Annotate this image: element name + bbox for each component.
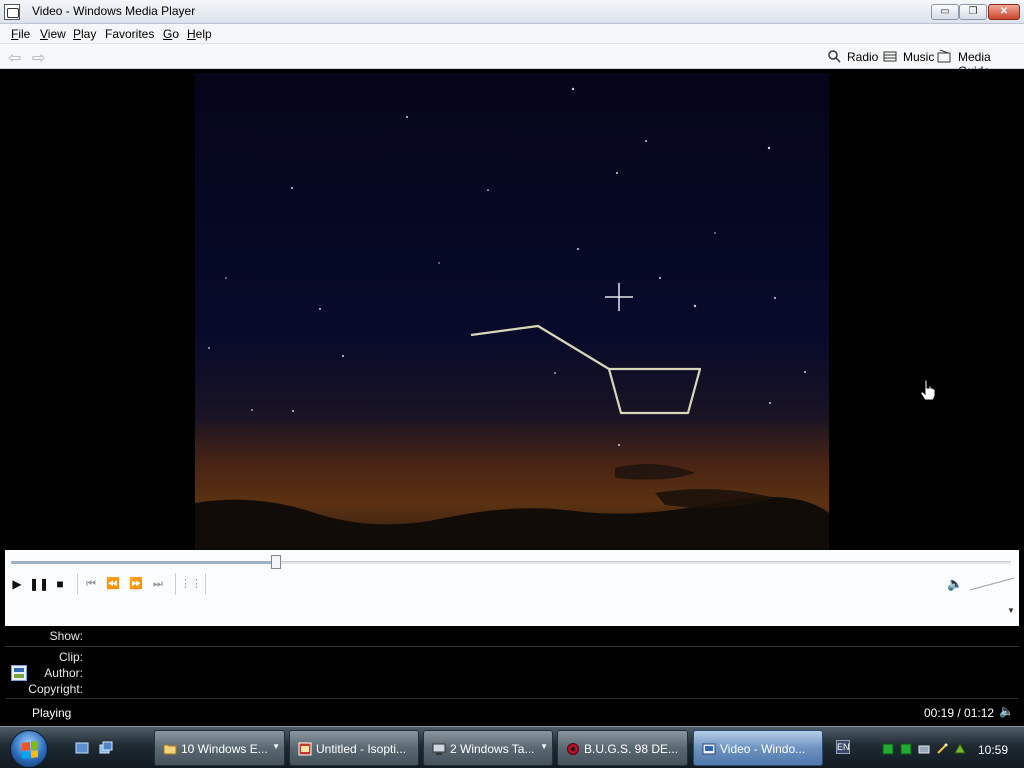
night-sky-video bbox=[195, 73, 829, 550]
radio-icon bbox=[828, 50, 841, 63]
start-button[interactable] bbox=[10, 730, 48, 768]
seek-thumb[interactable] bbox=[271, 555, 281, 569]
menu-help-label: elp bbox=[195, 27, 212, 41]
network-icon[interactable] bbox=[882, 743, 894, 755]
menu-help[interactable]: Help bbox=[187, 27, 212, 41]
author-label: Author: bbox=[44, 666, 83, 680]
menu-help-mnemonic: H bbox=[187, 27, 196, 41]
media-player-icon[interactable] bbox=[4, 4, 20, 20]
bug-app-icon bbox=[567, 743, 579, 755]
folder-icon bbox=[163, 744, 177, 755]
status-bar: Playing 00:19 / 01:12 🔈 bbox=[5, 698, 1019, 724]
windows-logo-icon bbox=[22, 741, 38, 759]
taskbar-item-bugs[interactable]: B.U.G.S. 98 DE... bbox=[557, 730, 688, 766]
copyright-label: Copyright: bbox=[28, 682, 83, 696]
title-bar[interactable]: Video - Windows Media Player ▭ ❐ ✕ bbox=[0, 0, 1024, 24]
back-arrow-icon[interactable]: ⇦ bbox=[8, 48, 21, 68]
radio-link[interactable]: Radio bbox=[847, 50, 878, 64]
menu-file[interactable]: File bbox=[11, 27, 30, 41]
controls-separator bbox=[205, 573, 206, 595]
music-link[interactable]: Music bbox=[903, 50, 934, 64]
maximize-button[interactable]: ❐ bbox=[959, 4, 987, 20]
elapsed-time: 00:19 / 01:12 bbox=[924, 706, 995, 720]
menu-file-label: ile bbox=[18, 27, 31, 41]
pause-button[interactable]: ❚❚ bbox=[29, 575, 49, 593]
taskbar-item-label: B.U.G.S. 98 DE... bbox=[584, 742, 679, 756]
controls-separator bbox=[77, 573, 78, 595]
show-desktop-icon[interactable] bbox=[74, 740, 90, 756]
media-guide-icon bbox=[937, 49, 951, 63]
menu-go-label: o bbox=[172, 27, 180, 41]
window-title: Video - Windows Media Player bbox=[32, 4, 196, 18]
hand-cursor-icon bbox=[920, 379, 936, 401]
fast-forward-button[interactable]: ⏩ bbox=[127, 575, 145, 593]
next-button[interactable]: ⏭ bbox=[149, 575, 167, 593]
previous-button[interactable]: ⏮ bbox=[82, 575, 100, 593]
computer-icon bbox=[432, 743, 446, 755]
clip-label: Clip: bbox=[58, 650, 83, 664]
menu-play-mnemonic: P bbox=[73, 27, 82, 41]
close-button[interactable]: ✕ bbox=[988, 4, 1020, 20]
switch-windows-icon[interactable] bbox=[98, 740, 114, 756]
menu-go[interactable]: Go bbox=[163, 27, 179, 41]
seek-progress bbox=[11, 561, 276, 564]
clock[interactable]: 10:59 bbox=[978, 743, 1008, 757]
rewind-button[interactable]: ⏪ bbox=[104, 575, 122, 593]
menu-play-label: lay bbox=[81, 27, 97, 41]
menu-view-label: iew bbox=[47, 27, 66, 41]
forward-arrow-icon[interactable]: ⇨ bbox=[32, 48, 45, 68]
media-player-icon bbox=[702, 743, 716, 755]
menu-bar: File View Play Favorites Go Help bbox=[0, 24, 1024, 44]
menu-view[interactable]: View bbox=[40, 27, 66, 41]
update-icon[interactable] bbox=[954, 743, 966, 755]
taskbar-item-video-player[interactable]: Video - Windo... bbox=[693, 730, 823, 766]
taskbar-item-label: Video - Windo... bbox=[720, 742, 806, 756]
info-divider bbox=[5, 646, 1019, 647]
menu-play[interactable]: Play bbox=[73, 27, 96, 41]
video-display[interactable] bbox=[5, 69, 1019, 550]
speaker-icon[interactable]: 🔈 bbox=[999, 704, 1014, 718]
stop-button[interactable]: ■ bbox=[51, 575, 69, 593]
mute-button[interactable]: 🔈 bbox=[947, 576, 963, 592]
show-label: Show: bbox=[49, 629, 83, 643]
music-icon bbox=[883, 51, 897, 62]
playlist-button[interactable]: ⋮⋮ bbox=[180, 575, 202, 593]
volume-slider[interactable] bbox=[968, 576, 1016, 592]
taskbar-item-windows-explorer[interactable]: 10 Windows E... ▼ bbox=[154, 730, 285, 766]
menu-favorites-label: Favorites bbox=[105, 27, 155, 41]
play-button[interactable]: ▶ bbox=[8, 575, 26, 593]
taskbar: 10 Windows E... ▼ Untitled - Isopti... 2… bbox=[0, 726, 1024, 768]
taskbar-item-isopti[interactable]: Untitled - Isopti... bbox=[289, 730, 419, 766]
chevron-down-icon[interactable]: ▼ bbox=[1007, 606, 1015, 615]
menu-favorites[interactable]: Favorites bbox=[105, 27, 154, 41]
nav-bar: ⇦ ⇨ Radio Music Media Guide bbox=[0, 44, 1024, 78]
magic-wand-icon[interactable] bbox=[936, 743, 948, 755]
language-indicator[interactable]: EN bbox=[836, 740, 850, 754]
play-state: Playing bbox=[32, 706, 72, 720]
taskbar-item-label: 10 Windows E... bbox=[181, 742, 268, 756]
info-panel: Show: Clip: Author: Copyright: bbox=[5, 626, 1019, 698]
menu-go-mnemonic: G bbox=[163, 27, 173, 41]
taskbar-item-label: Untitled - Isopti... bbox=[316, 742, 407, 756]
menu-view-mnemonic: V bbox=[40, 27, 48, 41]
taskbar-item-label: 2 Windows Ta... bbox=[450, 742, 535, 756]
taskbar-item-windows-task[interactable]: 2 Windows Ta... ▼ bbox=[423, 730, 553, 766]
network-icon[interactable] bbox=[900, 743, 912, 755]
system-tray: EN 10:59 bbox=[830, 731, 1024, 765]
chevron-down-icon: ▼ bbox=[272, 742, 280, 751]
playback-controls: ▶ ❚❚ ■ ⏮ ⏪ ⏩ ⏭ ⋮⋮ 🔈 ▼ bbox=[5, 550, 1019, 626]
chevron-down-icon: ▼ bbox=[540, 742, 548, 751]
wmp-window: Video - Windows Media Player ▭ ❐ ✕ File … bbox=[0, 0, 1024, 768]
video-frame bbox=[195, 73, 829, 550]
paint-app-icon bbox=[298, 742, 312, 756]
minimize-button[interactable]: ▭ bbox=[931, 4, 959, 20]
tray-app-icon[interactable] bbox=[918, 743, 930, 755]
controls-separator bbox=[175, 573, 176, 595]
